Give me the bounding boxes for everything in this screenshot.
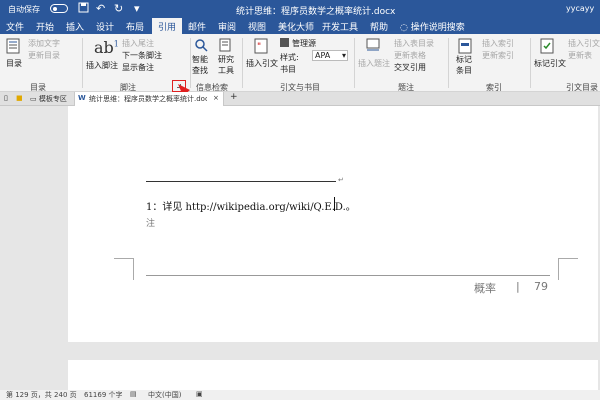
note-label: 注 bbox=[146, 219, 156, 229]
doc-tab-label: 统计思维：程序员数学之概率统计.docx bbox=[89, 95, 207, 103]
add-text-button[interactable]: 添加文字 bbox=[28, 38, 60, 49]
ribbon-tabs: 文件 开始 插入 设计 布局 引用 邮件 审阅 视图 美化大师 开发工具 帮助 … bbox=[0, 18, 600, 34]
tab-review[interactable]: 审阅 bbox=[218, 20, 236, 33]
group-divider bbox=[354, 38, 355, 88]
lightbulb-icon: ◌ bbox=[400, 23, 408, 33]
redo-icon[interactable]: ↻ bbox=[114, 2, 123, 15]
save-icon[interactable] bbox=[78, 2, 89, 16]
manage-sources-button[interactable]: 管理源 bbox=[292, 38, 316, 49]
insert-footnote-button[interactable]: 插入脚注 bbox=[86, 60, 118, 71]
document-canvas: ↵ 1：详见 http://wikipedia.org/wiki/Q.E.D.。… bbox=[0, 106, 600, 390]
template-icon: ▭ bbox=[30, 95, 37, 103]
language-indicator[interactable]: 中文(中国) bbox=[148, 390, 181, 400]
tab-references[interactable]: 引用 bbox=[152, 18, 183, 34]
tab-help[interactable]: 帮助 bbox=[370, 20, 388, 33]
proofing-icon[interactable]: ▤ bbox=[130, 390, 137, 398]
corner-mark-left bbox=[114, 258, 134, 280]
cross-reference-button[interactable]: 交叉引用 bbox=[394, 62, 426, 73]
mark-entry-button[interactable]: 标记 条目 bbox=[456, 54, 472, 76]
update-table-button[interactable]: 更新表格 bbox=[394, 50, 426, 61]
undo-icon[interactable]: ↶ bbox=[96, 2, 105, 15]
customize-quick-access-icon[interactable]: ▾ bbox=[134, 2, 140, 15]
manage-sources-icon[interactable] bbox=[280, 38, 289, 50]
citation-style-value: APA bbox=[315, 51, 331, 60]
footnote-text: 1：详见 http://wikipedia.org/wiki/Q.E.D.。 bbox=[146, 202, 356, 213]
tell-me-search[interactable]: ◌ 操作说明搜索 bbox=[400, 20, 465, 33]
footer-page-number: 79 bbox=[534, 280, 548, 293]
tab-view[interactable]: 视图 bbox=[248, 20, 266, 33]
tab-file[interactable]: 文件 bbox=[6, 20, 24, 33]
insert-footnote-icon[interactable]: ab1 bbox=[94, 38, 119, 57]
update-authorities-button[interactable]: 更新表 bbox=[568, 50, 592, 61]
references-ribbon: 目录 添加文字 更新目录 目录 ab1 插入脚注 插入尾注 下一条脚注 显示备注… bbox=[0, 34, 600, 92]
insert-table-of-figures-button[interactable]: 插入表目录 bbox=[394, 38, 434, 49]
autosave-toggle[interactable] bbox=[50, 4, 68, 13]
autosave-label: 自动保存 bbox=[8, 5, 40, 14]
paragraph-mark: ↵ bbox=[338, 176, 344, 184]
style-label: 样式: bbox=[280, 53, 299, 62]
update-toc-button[interactable]: 更新目录 bbox=[28, 50, 60, 61]
toc-button[interactable]: 目录 bbox=[6, 58, 22, 69]
tab-home[interactable]: 开始 bbox=[36, 20, 54, 33]
researcher-button[interactable]: 研究 工具 bbox=[218, 54, 234, 76]
status-bar: 第 129 页，共 240 页 61169 个字 ▤ 中文(中国) ▣ bbox=[0, 390, 600, 400]
word-doc-icon: W bbox=[78, 94, 86, 102]
tab-mailings[interactable]: 邮件 bbox=[188, 20, 206, 33]
insert-endnote-button[interactable]: 插入尾注 bbox=[122, 38, 154, 49]
researcher-icon[interactable] bbox=[218, 38, 232, 55]
corner-mark-right bbox=[558, 258, 578, 280]
update-index-button[interactable]: 更新索引 bbox=[482, 50, 514, 61]
chevron-down-icon: ▾ bbox=[341, 51, 346, 60]
text-cursor bbox=[334, 197, 335, 211]
footer-separator: | bbox=[516, 280, 520, 293]
new-tab-icon[interactable]: + bbox=[230, 92, 238, 102]
template-zone-label: 模板专区 bbox=[38, 95, 67, 103]
footer-section-name: 概率 bbox=[474, 282, 496, 295]
tab-design[interactable]: 设计 bbox=[96, 20, 114, 33]
close-tab-icon[interactable]: × bbox=[213, 94, 219, 102]
new-page-icon[interactable]: ▯ bbox=[4, 94, 8, 102]
insert-index-button[interactable]: 插入索引 bbox=[482, 38, 514, 49]
tab-insert[interactable]: 插入 bbox=[66, 20, 84, 33]
folder-icon[interactable]: ■ bbox=[16, 94, 23, 102]
tell-me-label: 操作说明搜索 bbox=[410, 23, 465, 33]
insert-authorities-button[interactable]: 插入引文 bbox=[568, 38, 600, 49]
table-of-contents-icon[interactable] bbox=[6, 38, 20, 57]
tab-layout[interactable]: 布局 bbox=[126, 20, 144, 33]
next-footnote-button[interactable]: 下一条脚注 bbox=[122, 50, 162, 61]
tab-template-zone[interactable]: ▭ 模板专区 bbox=[30, 94, 67, 104]
title-bar: 自动保存 ↶ ↻ ▾ 统计思维：程序员数学之概率统计.docx yycayy bbox=[0, 0, 600, 18]
tab-beautify[interactable]: 美化大师 bbox=[278, 20, 314, 33]
word-count[interactable]: 61169 个字 bbox=[84, 390, 123, 400]
svg-text:": " bbox=[257, 42, 261, 52]
mark-citation-icon[interactable] bbox=[540, 38, 554, 57]
show-notes-button[interactable]: 显示备注 bbox=[122, 62, 154, 73]
document-page[interactable]: ↵ 1：详见 http://wikipedia.org/wiki/Q.E.D.。… bbox=[68, 106, 598, 342]
group-divider bbox=[82, 38, 83, 88]
tab-document[interactable]: W 统计思维：程序员数学之概率统计.docx × bbox=[74, 92, 224, 106]
smart-lookup-icon[interactable] bbox=[194, 38, 208, 55]
next-page[interactable] bbox=[68, 360, 598, 390]
tab-developer[interactable]: 开发工具 bbox=[322, 20, 358, 33]
insert-caption-button[interactable]: 插入题注 bbox=[358, 58, 390, 69]
insert-citation-button[interactable]: 插入引文 bbox=[246, 58, 278, 69]
user-name[interactable]: yycayy bbox=[566, 4, 594, 13]
page-count[interactable]: 第 129 页，共 240 页 bbox=[6, 390, 77, 400]
footer-rule bbox=[146, 275, 550, 276]
document-title: 统计思维：程序员数学之概率统计.docx bbox=[236, 7, 396, 17]
group-divider bbox=[448, 38, 449, 88]
bibliography-button[interactable]: 书目 bbox=[280, 64, 296, 75]
footnote-separator bbox=[146, 181, 336, 182]
group-divider bbox=[242, 38, 243, 88]
insert-caption-icon[interactable] bbox=[366, 38, 380, 55]
mark-citation-button[interactable]: 标记引文 bbox=[534, 58, 566, 69]
citation-style-select[interactable]: APA ▾ bbox=[312, 50, 348, 61]
insert-citation-icon[interactable]: " bbox=[254, 38, 268, 57]
document-tabs-bar: ▯ ■ ▭ 模板专区 W 统计思维：程序员数学之概率统计.docx × + bbox=[0, 92, 600, 106]
smart-lookup-button[interactable]: 智能 查找 bbox=[192, 54, 208, 76]
macro-icon[interactable]: ▣ bbox=[196, 390, 203, 398]
group-divider bbox=[530, 38, 531, 88]
